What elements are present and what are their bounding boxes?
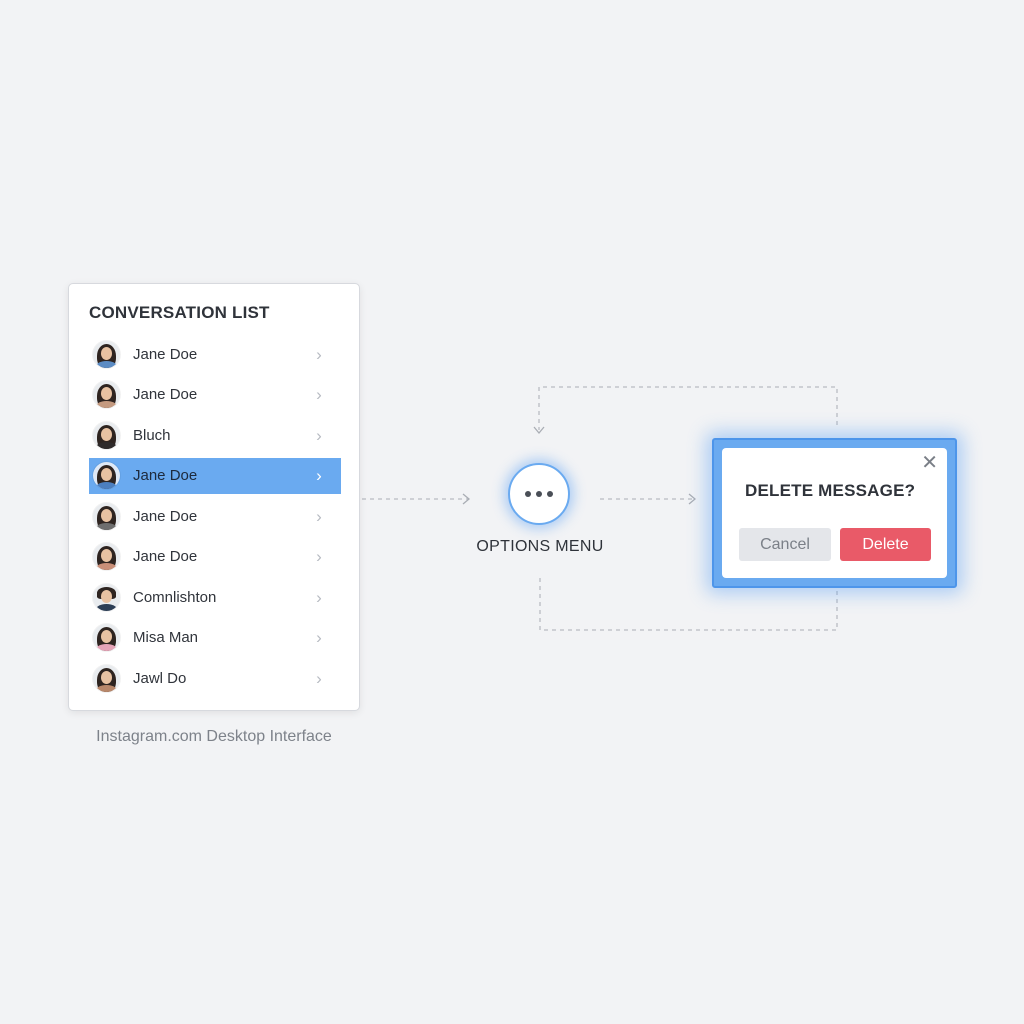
conversation-name: Jane Doe (133, 467, 198, 484)
conversation-name: Jawl Do (133, 669, 187, 687)
conversation-item[interactable]: Jane Doe › (89, 377, 341, 413)
woman-avatar-icon (93, 462, 120, 489)
conversation-name: Jane Doe (133, 507, 198, 525)
conversation-item[interactable]: Jane Doe › (89, 457, 341, 494)
woman-avatar-icon (93, 502, 120, 530)
conversation-list-panel: CONVERSATION LIST Jane Doe › Jane Doe › Bluc… (68, 283, 360, 711)
options-menu-label: OPTIONS MENU (476, 538, 604, 555)
close-icon[interactable]: ✕ (921, 453, 938, 473)
conversation-item[interactable]: Jane Doe › (89, 336, 341, 372)
conversation-item[interactable]: Jane Doe › (89, 498, 341, 534)
conversation-name: Comnlishton (133, 588, 217, 606)
chevron-right-icon: › (316, 668, 322, 688)
conversation-name: Bluch (133, 426, 171, 444)
woman-avatar-icon (93, 381, 120, 408)
woman-avatar-icon (93, 543, 120, 570)
chevron-right-icon: › (316, 547, 322, 566)
conversation-item[interactable]: Misa Man › (89, 620, 341, 656)
conversation-list: Jane Doe › Jane Doe › Bluch › Jane Doe › Jane Do… (89, 336, 341, 701)
chevron-right-icon: › (316, 466, 322, 485)
options-menu-button[interactable] (508, 463, 570, 525)
cancel-button[interactable]: Cancel (739, 528, 831, 561)
more-dots-icon (525, 491, 553, 497)
conversation-name: Jane Doe (133, 548, 198, 565)
chevron-right-icon: › (316, 587, 322, 607)
conversation-item[interactable]: Bluch › (89, 417, 341, 453)
man-avatar-icon (93, 583, 120, 611)
delete-dialog: ✕ DELETE MESSAGE? Cancel Delete (722, 448, 947, 578)
delete-button[interactable]: Delete (840, 528, 931, 561)
chevron-right-icon: › (316, 385, 322, 404)
chevron-right-icon: › (316, 344, 322, 364)
panel-title: CONVERSATION LIST (89, 303, 270, 322)
delete-dialog-highlight: ✕ DELETE MESSAGE? Cancel Delete (712, 438, 957, 588)
woman-avatar-icon (93, 624, 120, 651)
conversation-item[interactable]: Jane Doe › (89, 539, 341, 575)
caption: Instagram.com Desktop Interface (96, 728, 332, 745)
arrowhead-down (533, 426, 545, 435)
chevron-right-icon: › (316, 425, 322, 445)
woman-avatar-icon (93, 421, 120, 449)
conversation-item[interactable]: Jawl Do › (89, 660, 341, 696)
conversation-name: Jane Doe (133, 386, 198, 403)
connector-top-loop (538, 386, 838, 430)
chevron-right-icon: › (316, 506, 322, 526)
woman-avatar-icon (93, 664, 120, 692)
woman-avatar-icon (93, 340, 120, 368)
chevron-right-icon: › (316, 628, 322, 647)
arrowhead-right-1 (462, 493, 471, 505)
dialog-title: DELETE MESSAGE? (745, 481, 916, 500)
conversation-item[interactable]: Comnlishton › (89, 579, 341, 615)
conversation-name: Misa Man (133, 629, 199, 646)
arrowhead-right-2 (688, 493, 697, 505)
conversation-name: Jane Doe (133, 345, 198, 363)
